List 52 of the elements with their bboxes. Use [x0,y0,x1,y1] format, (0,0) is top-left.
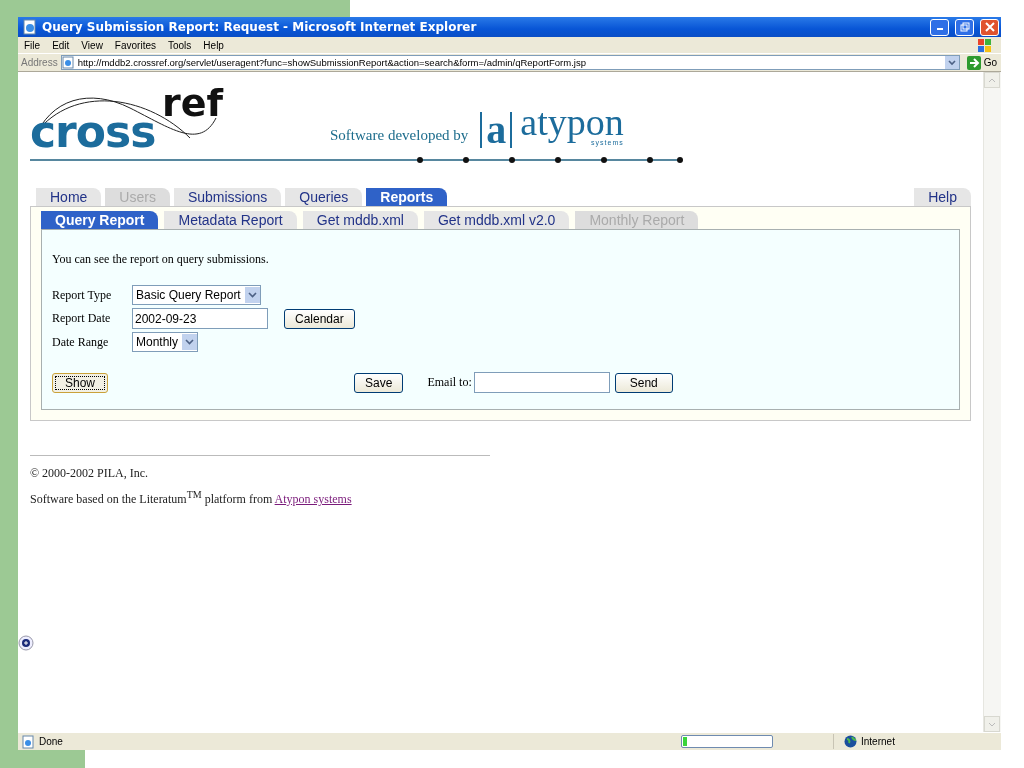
logo-text: ref [162,84,224,122]
tagline: Software developed by [330,127,469,144]
go-button[interactable]: Go [962,55,1001,70]
tab[interactable]: Home [36,188,102,206]
copyright-text: © 2000-2002 PILA, Inc. [30,466,150,481]
restore-icon [959,22,970,32]
field-label: Report Type [52,287,113,303]
menu-item[interactable]: Tools [162,39,198,51]
address-label: Address [21,57,58,68]
field-label: Report Date [52,311,112,326]
page-icon [61,56,75,69]
save-button[interactable]: Save [354,372,404,393]
menu-item[interactable]: Edit [46,39,76,51]
minimize-button[interactable] [930,18,949,36]
intro-text: You can see the report on query submissions. [52,252,270,267]
date-field[interactable]: 2002-09-23 [132,308,268,329]
tab[interactable]: Query Report [41,211,159,229]
arrow-icon [966,55,981,70]
tab[interactable]: Queries [285,188,363,206]
menu-item[interactable]: View [75,39,109,51]
dropdown[interactable]: Basic Query Report [132,285,261,305]
tab[interactable]: Get mddb.xml [302,211,418,229]
calendar-button[interactable]: Calendar [284,308,355,329]
page-icon [21,734,35,749]
email-label: Email to: [427,375,472,390]
globe-icon [844,735,857,748]
close-icon [984,22,995,32]
show-button[interactable]: Show [52,372,109,393]
help-tab[interactable]: Help [914,188,971,206]
email-field[interactable] [473,372,610,393]
menu-item[interactable]: Help [197,39,230,51]
status-text: Done [39,736,63,747]
restore-button[interactable] [955,18,974,36]
atypon-link[interactable]: Atypon systems [274,492,352,506]
close-button[interactable] [980,18,999,36]
tab[interactable]: Reports [366,188,448,206]
tab[interactable]: Submissions [173,188,282,206]
windows-flag-icon [977,37,993,53]
address-field[interactable]: http://mddb2.crossref.org/servlet/useragent?func=showSubmissionReport&action=search&form=/admin/qReportForm.jsp [60,55,960,70]
credit-text: Software based on the Literatum$^{TM}$ platform from Atypon systems [30,489,353,507]
page-icon [22,19,38,35]
menu-item[interactable]: Favorites [108,39,162,51]
tab[interactable]: Get mddb.xml v2.0 [423,211,570,229]
logo-text: cross [30,110,156,154]
menu-item[interactable]: File [18,39,47,51]
logo-mark: a [480,112,513,148]
zone-text: Internet [861,736,895,747]
dropdown[interactable]: Monthly [132,332,199,352]
field-label: Date Range [52,334,110,350]
window-title: Query Submission Report: Request - Microsoft Internet Explorer [42,20,478,34]
send-button[interactable]: Send [614,372,673,393]
tab[interactable]: Metadata Report [164,211,297,229]
